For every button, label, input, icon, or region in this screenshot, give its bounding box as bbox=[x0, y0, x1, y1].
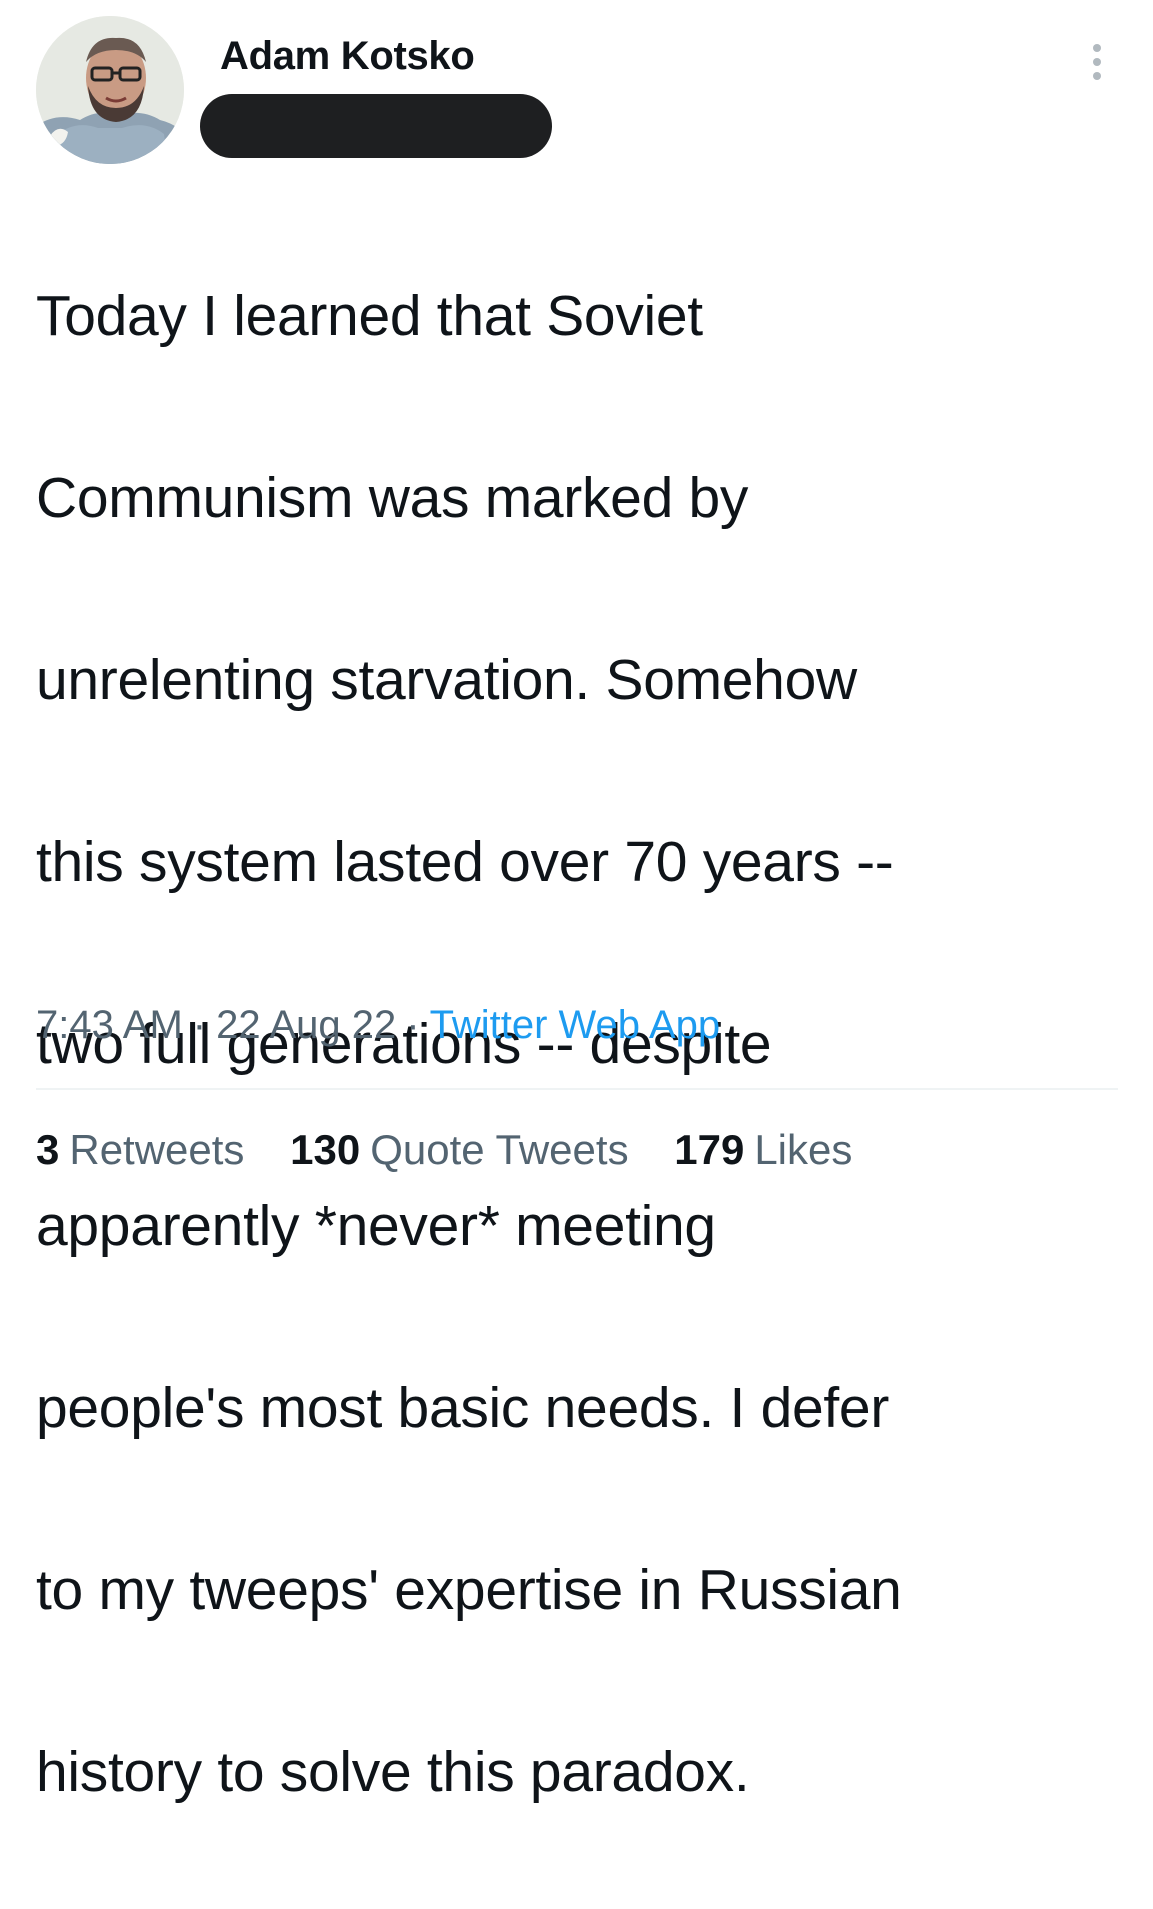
divider bbox=[36, 1088, 1118, 1090]
engagement-stats: 3 Retweets 130 Quote Tweets 179 Likes bbox=[36, 1126, 852, 1174]
tweet-text-line: people's most basic needs. I defer bbox=[36, 1376, 890, 1440]
tweet-text-line: to my tweeps' expertise in Russian bbox=[36, 1558, 902, 1622]
meta-separator: · bbox=[192, 1003, 207, 1047]
tweet-metadata: 7:43 AM · 22 Aug 22 · Twitter Web App bbox=[36, 1003, 720, 1048]
more-vertical-icon bbox=[1093, 44, 1101, 80]
avatar-icon bbox=[36, 16, 184, 164]
tweet-source-link[interactable]: Twitter Web App bbox=[430, 1003, 721, 1047]
redacted-handle bbox=[200, 94, 552, 158]
more-options-button[interactable] bbox=[1082, 40, 1112, 84]
tweet: Adam Kotsko Today I learned that Soviet … bbox=[0, 0, 1153, 1804]
author-display-name[interactable]: Adam Kotsko bbox=[220, 34, 475, 79]
tweet-text-line: history to solve this paradox. bbox=[36, 1740, 750, 1804]
likes-label: Likes bbox=[754, 1126, 853, 1173]
tweet-text-line: unrelenting starvation. Somehow bbox=[36, 648, 857, 712]
retweets-label: Retweets bbox=[69, 1126, 245, 1173]
tweet-text-line: this system lasted over 70 years -- bbox=[36, 830, 894, 894]
retweets-stat[interactable]: 3 Retweets bbox=[36, 1126, 244, 1174]
tweet-text-line: Communism was marked by bbox=[36, 466, 749, 530]
meta-separator: · bbox=[406, 1003, 420, 1047]
retweets-count: 3 bbox=[36, 1126, 60, 1173]
tweet-time[interactable]: 7:43 AM bbox=[36, 1003, 183, 1047]
quote-tweets-label: Quote Tweets bbox=[370, 1126, 629, 1173]
tweet-date[interactable]: 22 Aug 22 bbox=[216, 1003, 396, 1047]
tweet-text-line: apparently *never* meeting bbox=[36, 1194, 716, 1258]
likes-count: 179 bbox=[674, 1126, 745, 1173]
avatar[interactable] bbox=[36, 16, 184, 164]
quote-tweets-count: 130 bbox=[290, 1126, 361, 1173]
tweet-text-line: Today I learned that Soviet bbox=[36, 284, 703, 348]
quote-tweets-stat[interactable]: 130 Quote Tweets bbox=[290, 1126, 628, 1174]
likes-stat[interactable]: 179 Likes bbox=[674, 1126, 852, 1174]
